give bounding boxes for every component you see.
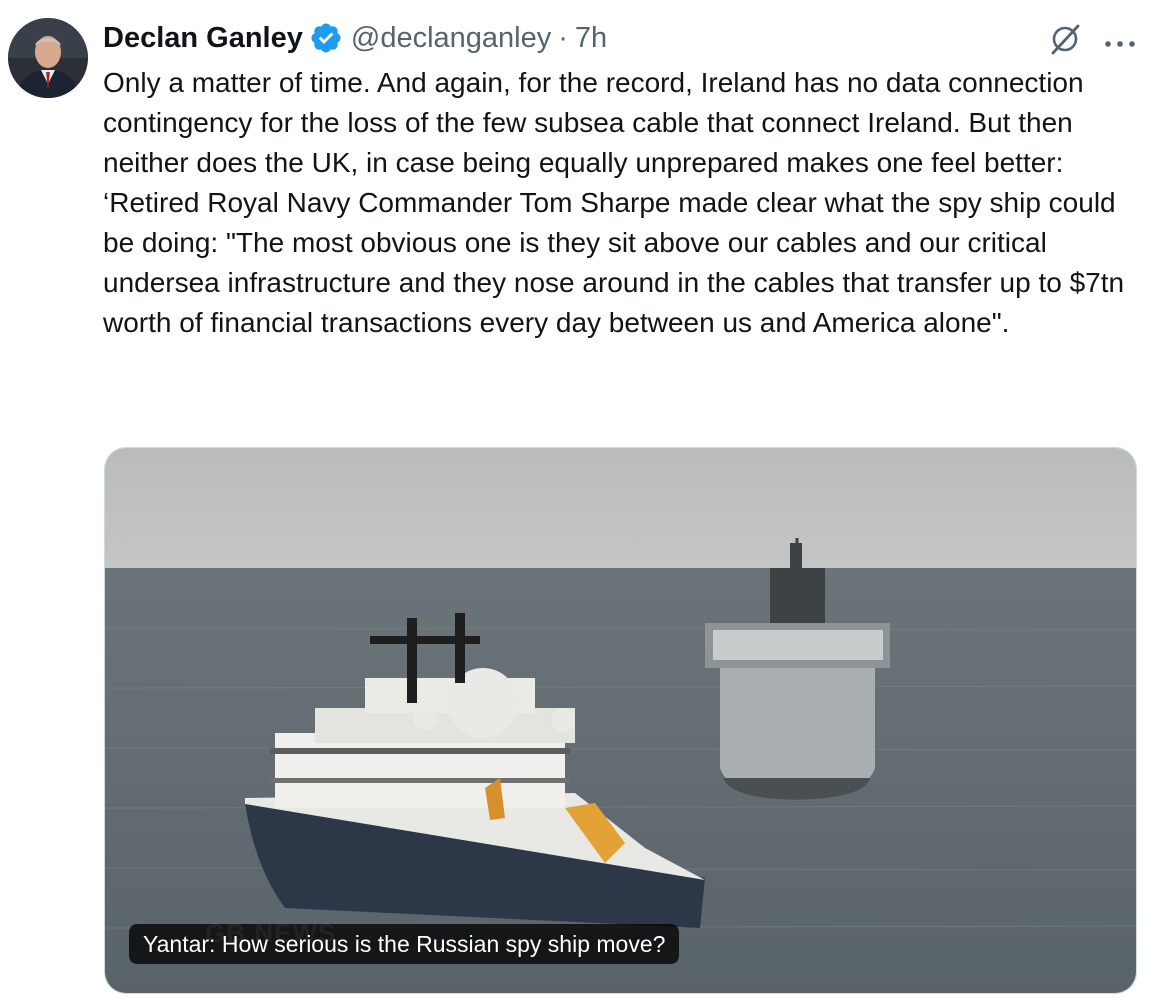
author-handle[interactable]: @declanganley bbox=[351, 22, 551, 55]
tweet-media-image[interactable] bbox=[104, 447, 1137, 994]
author-name[interactable]: Declan Ganley bbox=[103, 22, 303, 55]
grok-icon[interactable] bbox=[1048, 22, 1082, 56]
tweet-text: Only a matter of time. And again, for th… bbox=[103, 63, 1143, 343]
media-caption: Yantar: How serious is the Russian spy s… bbox=[129, 924, 680, 964]
tweet-paragraph: Only a matter of time. And again, for th… bbox=[103, 67, 1084, 178]
more-dots-icon[interactable] bbox=[1102, 36, 1138, 47]
tweet-header: Declan Ganley @declanganley · 7h bbox=[103, 20, 607, 56]
timestamp[interactable]: 7h bbox=[575, 22, 607, 55]
separator-dot: · bbox=[558, 21, 568, 54]
tweet-paragraph: ‘Retired Royal Navy Commander Tom Sharpe… bbox=[103, 187, 1125, 338]
verified-badge-icon[interactable] bbox=[309, 21, 343, 55]
author-avatar[interactable] bbox=[8, 18, 88, 98]
